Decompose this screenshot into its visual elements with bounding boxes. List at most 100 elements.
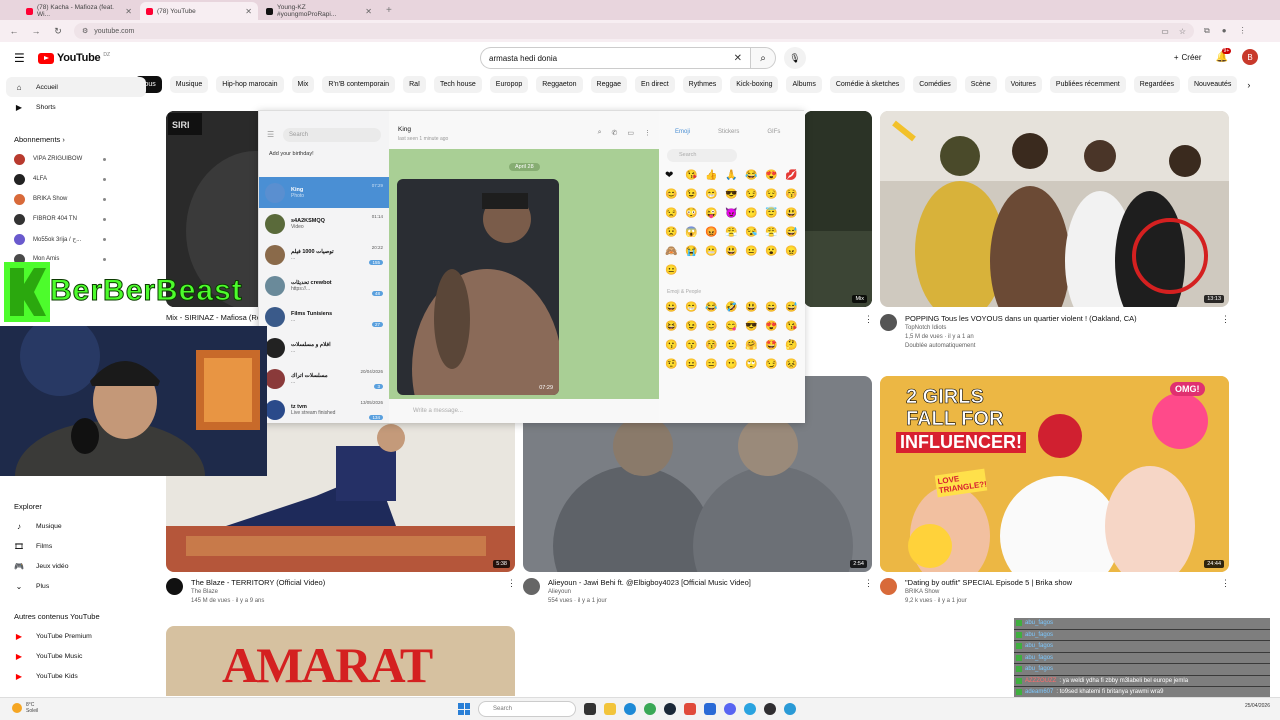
hamburger-menu-icon[interactable]: ☰: [14, 51, 28, 65]
channel-avatar[interactable]: [166, 578, 183, 595]
emoji-item[interactable]: ❤: [665, 169, 685, 183]
new-tab-icon[interactable]: +: [386, 5, 392, 16]
emoji-item[interactable]: 😌: [765, 188, 785, 202]
sidebar-item-explore[interactable]: 🎞 Films: [0, 536, 150, 556]
emoji-item[interactable]: 🤩: [765, 339, 785, 353]
discord-icon[interactable]: [724, 703, 736, 715]
emoji-item[interactable]: 😙: [685, 339, 705, 353]
filter-chip[interactable]: Reggae: [590, 76, 628, 93]
emoji-item[interactable]: 😐: [685, 358, 705, 372]
emoji-item[interactable]: 👍: [705, 169, 725, 183]
extensions-icon[interactable]: ⧉: [1204, 26, 1210, 36]
emoji-item[interactable]: 😳: [685, 207, 705, 221]
emoji-item[interactable]: 😋: [725, 320, 745, 334]
forward-icon[interactable]: →: [30, 26, 42, 36]
voice-search-button[interactable]: 🎙: [784, 47, 806, 69]
profile-icon[interactable]: ●: [1222, 26, 1227, 36]
filter-chip[interactable]: Nouveautés: [1187, 76, 1238, 93]
emoji-item[interactable]: 😟: [665, 226, 685, 240]
emoji-item[interactable]: 🤗: [745, 339, 765, 353]
emoji-item[interactable]: 😘: [785, 320, 805, 334]
browser-tab[interactable]: (78) Kacha - Mafioza (feat. Wi... ✕: [20, 2, 138, 20]
emoji-item[interactable]: 😂: [705, 301, 725, 315]
emoji-item[interactable]: 😐: [745, 245, 765, 259]
emoji-item[interactable]: 😅: [785, 301, 805, 315]
telegram-chat-row[interactable]: افلام و مسلسلات...: [259, 332, 389, 363]
video-thumbnail[interactable]: Mix: [804, 111, 872, 307]
hamburger-menu-icon[interactable]: ☰: [267, 130, 274, 139]
sidebar-item-shorts[interactable]: ▶ Shorts: [0, 97, 150, 117]
filter-chip[interactable]: Publiées récemment: [1049, 76, 1126, 93]
filter-chip[interactable]: Tech house: [433, 76, 482, 93]
tab-gifs[interactable]: GIFs: [767, 129, 780, 135]
more-actions-icon[interactable]: ⋮: [864, 578, 873, 589]
emoji-item[interactable]: 😎: [725, 188, 745, 202]
emoji-item[interactable]: 😃: [725, 245, 745, 259]
subscription-item[interactable]: VIPA ZRIGUIBOW: [0, 149, 150, 169]
phone-icon[interactable]: ✆: [612, 129, 618, 137]
emoji-item[interactable]: 😚: [785, 188, 805, 202]
emoji-item[interactable]: 😅: [785, 226, 805, 240]
chat-photo-message[interactable]: 07:29: [397, 179, 559, 395]
more-actions-icon[interactable]: ⋮: [1221, 314, 1230, 325]
emoji-item[interactable]: 😍: [765, 169, 785, 183]
filter-chip[interactable]: R'n'B contemporain: [322, 76, 396, 93]
video-thumbnail[interactable]: 13:13: [880, 111, 1229, 307]
telegram-chat-row[interactable]: تحديثات crewbot https://... 48: [259, 270, 389, 301]
more-dots-icon[interactable]: ⋮: [644, 129, 651, 137]
emoji-item[interactable]: 😉: [685, 188, 705, 202]
emoji-item[interactable]: 🤨: [665, 358, 685, 372]
tab-emoji[interactable]: Emoji: [675, 129, 690, 135]
chrome-icon[interactable]: [644, 703, 656, 715]
subscriptions-header[interactable]: Abonnements ›: [0, 129, 150, 149]
emoji-item[interactable]: 😱: [685, 226, 705, 240]
emoji-item[interactable]: 🤣: [725, 301, 745, 315]
search-icon[interactable]: ⌕: [598, 129, 602, 137]
telegram-search-input[interactable]: Search: [283, 128, 381, 142]
address-bar[interactable]: ⚙ youtube.com ▭ ☆: [74, 23, 1194, 39]
emoji-item[interactable]: 😭: [685, 245, 705, 259]
video-title[interactable]: POPPING Tous les VOYOUS dans un quartier…: [905, 314, 1137, 324]
emoji-item[interactable]: 😚: [705, 339, 725, 353]
telegram-chat-row[interactable]: مسلسلات اتراك... 20/04/2026 3: [259, 363, 389, 394]
channel-name[interactable]: TopNotch Idiots: [905, 324, 1137, 333]
emoji-item[interactable]: 😇: [765, 207, 785, 221]
site-info-icon[interactable]: ⚙: [82, 27, 88, 35]
clear-search-icon[interactable]: ✕: [734, 53, 742, 64]
emoji-item[interactable]: 😠: [785, 245, 805, 259]
emoji-item[interactable]: 😤: [765, 226, 785, 240]
channel-avatar[interactable]: [523, 578, 540, 595]
emoji-item[interactable]: 😁: [705, 188, 725, 202]
filter-chip[interactable]: Voitures: [1004, 76, 1042, 93]
close-icon[interactable]: ✕: [245, 7, 252, 16]
emoji-item[interactable]: 😮: [765, 245, 785, 259]
filter-chip[interactable]: Comédies: [913, 76, 957, 93]
emoji-item[interactable]: 🤔: [785, 339, 805, 353]
video-thumbnail[interactable]: AMARAT: [166, 626, 515, 696]
filter-chip[interactable]: Raï: [403, 76, 426, 93]
telegram-chat-row[interactable]: tz tvm Live stream finished 13/05/2026 134: [259, 394, 389, 425]
telegram-chat-row[interactable]: King Photo 07:29: [259, 177, 389, 208]
sidebar-item-explore[interactable]: ♪ Musique: [0, 516, 150, 536]
emoji-item[interactable]: 😪: [745, 226, 765, 240]
emoji-item[interactable]: 😣: [785, 358, 805, 372]
sidebar-toggle-icon[interactable]: ▭: [627, 129, 634, 137]
video-thumbnail[interactable]: 2 GIRLS FALL FOR INFLUENCER! OMG! LOVE T…: [880, 376, 1229, 572]
account-avatar[interactable]: B: [1242, 49, 1258, 65]
subscription-item[interactable]: BRIKA Show: [0, 189, 150, 209]
emoji-item[interactable]: 😎: [745, 320, 765, 334]
emoji-item[interactable]: 💋: [785, 169, 805, 183]
bookmark-star-icon[interactable]: ☆: [1179, 27, 1186, 36]
emoji-item[interactable]: 🙈: [665, 245, 685, 259]
obs-icon[interactable]: [764, 703, 776, 715]
emoji-item[interactable]: 😘: [685, 169, 705, 183]
sidebar-item-youtube-product[interactable]: ▶ YouTube Premium: [0, 626, 150, 646]
browser-tab[interactable]: Young-KZ #youngmoProRapi... ✕: [260, 2, 378, 20]
birthday-prompt[interactable]: Add your birthday!: [269, 151, 314, 157]
emoji-item[interactable]: 😂: [745, 169, 765, 183]
emoji-item[interactable]: 😶: [745, 207, 765, 221]
filter-chip[interactable]: Scène: [964, 76, 997, 93]
emoji-item[interactable]: 😀: [665, 301, 685, 315]
mail-icon[interactable]: [704, 703, 716, 715]
emoji-item[interactable]: 😄: [765, 301, 785, 315]
